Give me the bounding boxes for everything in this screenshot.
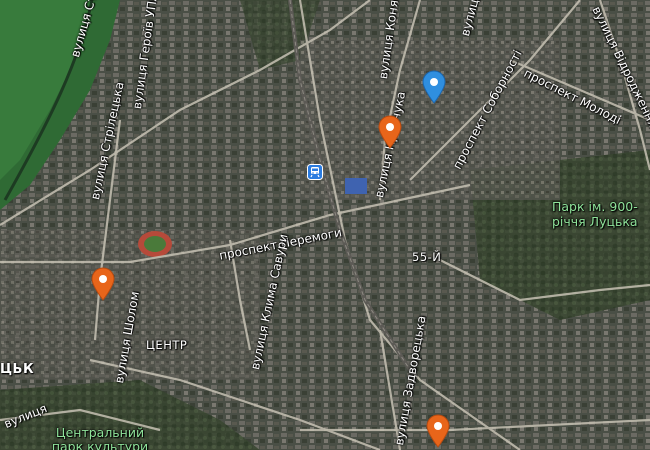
tram-station-icon[interactable] [307,164,323,180]
label-central-park-text: Центральний парк культури [51,425,149,450]
label-park-900-line1: Парк ім. 900-річчя Луцька [552,199,642,229]
label-lutsk-partial: ЦЬК [0,362,35,377]
pin-south[interactable] [425,414,451,448]
label-park-900: Парк ім. 900-річчя Луцька [552,199,638,229]
pin-blue[interactable] [421,70,447,104]
label-district-55: 55-Й [412,250,442,264]
label-tsentr: ЦЕНТР [146,338,188,352]
label-central-park: Центральний парк культури [40,426,160,450]
pin-center-west[interactable] [90,267,116,301]
map-view[interactable]: вулиця Стир вулиця Героїв УПА вулиця Кон… [0,0,650,450]
pin-kravchuka[interactable] [377,115,403,149]
